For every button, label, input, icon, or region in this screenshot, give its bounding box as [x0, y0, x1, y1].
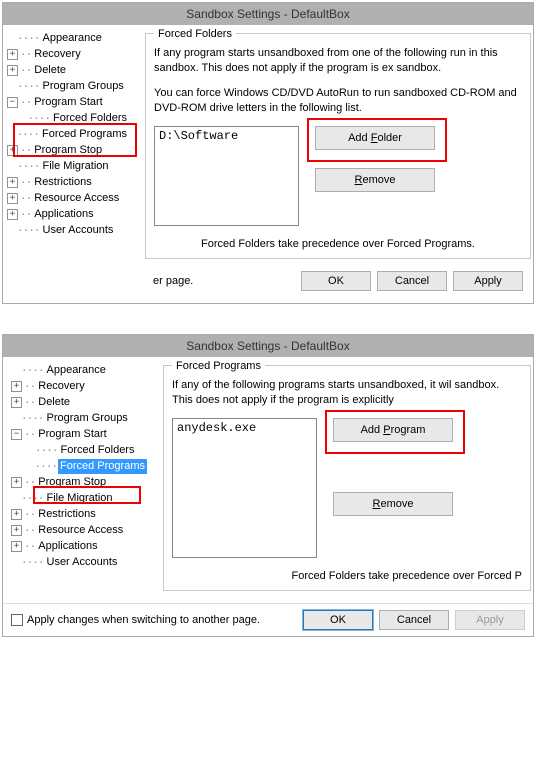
tree-program-groups[interactable]: ····Program Groups: [9, 411, 147, 427]
ok-button[interactable]: OK: [303, 610, 373, 630]
tree-user-accounts[interactable]: ····User Accounts: [9, 555, 147, 571]
tree-restrictions[interactable]: +··Restrictions: [9, 507, 147, 523]
footer-left-text: er page.: [153, 275, 193, 287]
tree-applications[interactable]: +··Applications: [5, 207, 129, 223]
tree-recovery[interactable]: +··Recovery: [5, 47, 129, 63]
tree-recovery[interactable]: +··Recovery: [9, 379, 147, 395]
nav-tree: ····Appearance +··Recovery +··Delete ···…: [3, 25, 133, 303]
tree-forced-folders[interactable]: ····Forced Folders: [9, 443, 147, 459]
tree-forced-programs[interactable]: ····Forced Programs: [9, 459, 147, 475]
remove-button[interactable]: Remove: [333, 492, 453, 516]
tree-program-groups[interactable]: ····Program Groups: [5, 79, 129, 95]
tree-file-migration[interactable]: ····File Migration: [5, 159, 129, 175]
tree-appearance[interactable]: ····Appearance: [5, 31, 129, 47]
tree-appearance[interactable]: ····Appearance: [9, 363, 147, 379]
tree-forced-folders[interactable]: ····Forced Folders: [5, 111, 129, 127]
tree-forced-programs[interactable]: ····Forced Programs: [5, 127, 129, 143]
window-title: Sandbox Settings - DefaultBox: [3, 335, 533, 357]
tree-program-start[interactable]: −··Program Start: [5, 95, 129, 111]
forced-programs-group: Forced Programs If any of the following …: [163, 365, 531, 591]
forced-folders-group: Forced Folders If any program starts uns…: [145, 33, 531, 259]
add-folder-button[interactable]: Add Folder: [315, 126, 435, 150]
list-item[interactable]: anydesk.exe: [177, 421, 312, 435]
folders-listbox[interactable]: D:\Software: [154, 126, 299, 226]
precedence-note: Forced Folders take precedence over Forc…: [172, 570, 522, 582]
window-title: Sandbox Settings - DefaultBox: [3, 3, 533, 25]
group-legend: Forced Folders: [154, 28, 236, 40]
tree-delete[interactable]: +··Delete: [5, 63, 129, 79]
tree-resource-access[interactable]: +··Resource Access: [5, 191, 129, 207]
ok-button[interactable]: OK: [301, 271, 371, 291]
apply-on-switch-label: Apply changes when switching to another …: [27, 614, 260, 626]
tree-program-start[interactable]: −··Program Start: [9, 427, 147, 443]
tree-restrictions[interactable]: +··Restrictions: [5, 175, 129, 191]
desc-text-1: If any of the following programs starts …: [172, 378, 522, 408]
add-program-button[interactable]: Add Program: [333, 418, 453, 442]
tree-program-stop[interactable]: +··Program Stop: [9, 475, 147, 491]
cancel-button[interactable]: Cancel: [377, 271, 447, 291]
group-legend: Forced Programs: [172, 360, 265, 372]
tree-file-migration[interactable]: ····File Migration: [9, 491, 147, 507]
tree-user-accounts[interactable]: ····User Accounts: [5, 223, 129, 239]
list-item[interactable]: D:\Software: [159, 129, 294, 143]
nav-tree: ····Appearance +··Recovery +··Delete ···…: [3, 357, 151, 603]
programs-listbox[interactable]: anydesk.exe: [172, 418, 317, 558]
desc-text-1: If any program starts unsandboxed from o…: [154, 46, 522, 76]
tree-program-stop[interactable]: +··Program Stop: [5, 143, 129, 159]
tree-delete[interactable]: +··Delete: [9, 395, 147, 411]
apply-button[interactable]: Apply: [455, 610, 525, 630]
tree-resource-access[interactable]: +··Resource Access: [9, 523, 147, 539]
apply-button[interactable]: Apply: [453, 271, 523, 291]
tree-applications[interactable]: +··Applications: [9, 539, 147, 555]
precedence-note: Forced Folders take precedence over Forc…: [154, 238, 522, 250]
cancel-button[interactable]: Cancel: [379, 610, 449, 630]
remove-button[interactable]: Remove: [315, 168, 435, 192]
apply-on-switch-checkbox[interactable]: [11, 614, 23, 626]
desc-text-2: You can force Windows CD/DVD AutoRun to …: [154, 86, 522, 116]
